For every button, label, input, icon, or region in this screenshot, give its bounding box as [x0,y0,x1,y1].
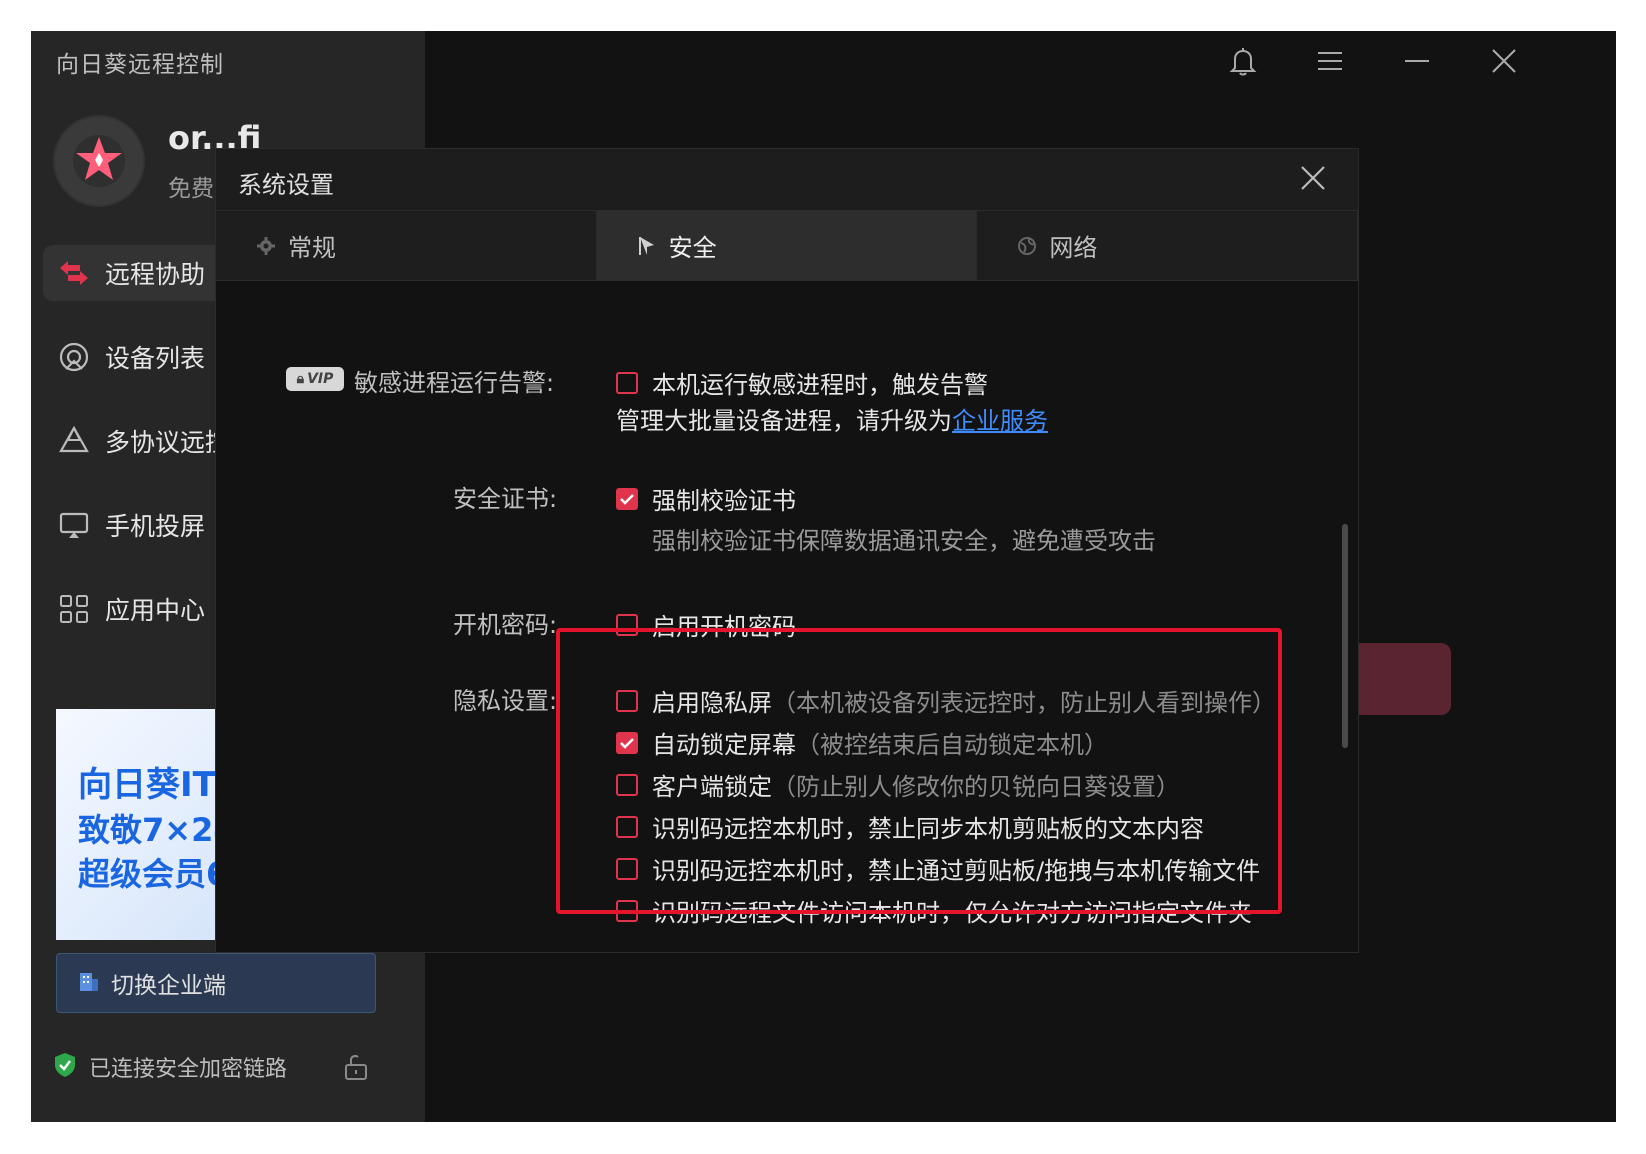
dialog-header: 系统设置 [216,149,1358,211]
privacy-option-text: 自动锁定屏幕 [652,731,796,759]
folder-access-checkbox[interactable] [616,899,638,922]
certificate-option[interactable]: 强制校验证书 [616,481,796,516]
screen-cast-icon [57,508,91,542]
privacy-screen-checkbox[interactable] [616,689,638,712]
privacy-option-text: 识别码远控本机时，禁止同步本机剪贴板的文本内容 [652,815,1204,843]
nav-label: 手机投屏 [105,512,206,541]
nav-label: 远程协助 [105,260,206,289]
privacy-option-client-lock[interactable]: 客户端锁定 （防止别人修改你的贝锐向日葵设置） [616,767,1180,802]
globe-icon [1017,236,1037,256]
app-title: 向日葵远程控制 [56,52,224,78]
security-status: 已连接安全加密链路 [53,1051,373,1083]
boot-password-label: 开机密码: [453,611,558,639]
dialog-scrollbar[interactable] [1342,524,1348,748]
tab-label: 常规 [288,234,336,262]
building-icon [77,969,101,997]
device-list-icon [57,340,91,374]
tab-network[interactable]: 网络 [977,211,1358,280]
background-action-button [1351,643,1451,715]
nav-label: 应用中心 [105,596,206,625]
remote-assist-icon [57,256,91,290]
privacy-option-auto-lock[interactable]: 自动锁定屏幕 （被控结束后自动锁定本机） [616,725,1108,760]
security-status-label: 已连接安全加密链路 [89,1057,288,1082]
privacy-label: 隐私设置: [453,687,558,715]
boot-password-option[interactable]: 启用开机密码 [616,607,796,642]
tab-general[interactable]: 常规 [216,211,597,280]
app-window: 向日葵远程控制 or...fi 免费会员 远程协助 设备列表 多协议远控 手机投… [31,31,1616,1122]
sensitive-process-label: 敏感进程运行告警: [354,369,555,397]
checkmark-icon [620,493,634,505]
privacy-option-hint: （被控结束后自动锁定本机） [796,731,1108,759]
enterprise-service-link[interactable]: 企业服务 [952,407,1048,435]
minimize-icon[interactable] [1397,41,1437,81]
multi-protocol-icon [57,424,91,458]
privacy-option-clipboard-text[interactable]: 识别码远控本机时，禁止同步本机剪贴板的文本内容 [616,809,1204,844]
privacy-option-privacy-screen[interactable]: 启用隐私屏 （本机被设备列表远控时，防止别人看到操作） [616,683,1276,718]
shield-flag-icon [637,235,657,257]
dialog-title: 系统设置 [238,171,334,199]
sensitive-process-note: 管理大批量设备进程，请升级为企业服务 [616,401,1048,436]
vip-badge: 🔒︎ VIP [286,367,344,391]
menu-icon[interactable] [1310,41,1350,81]
sensitive-note-text: 管理大批量设备进程，请升级为 [616,407,952,435]
banner-line-2: 致敬7×24 [78,811,236,849]
nav-label: 多协议远控 [105,428,231,457]
boot-password-text: 启用开机密码 [652,613,796,641]
banner-line-3: 超级会员6 [78,855,229,893]
client-lock-checkbox[interactable] [616,773,638,796]
certificate-note: 强制校验证书保障数据通讯安全，避免遭受攻击 [652,527,1156,555]
avatar[interactable] [55,117,143,205]
privacy-option-text: 客户端锁定 [652,773,772,801]
sensitive-process-checkbox[interactable] [616,371,638,394]
system-settings-dialog: 系统设置 常规 安全 网络 🔒︎ VIP 敏感进程运行告警: 本机运行敏感进程时… [215,148,1359,953]
shield-check-icon [53,1052,77,1082]
switch-enterprise-button[interactable]: 切换企业端 [56,953,376,1013]
privacy-option-hint: （本机被设备列表远控时，防止别人看到操作） [772,689,1276,717]
notification-bell-icon[interactable] [1223,41,1263,81]
unlock-icon[interactable] [343,1053,369,1085]
privacy-option-folder-access[interactable]: 识别码远程文件访问本机时，仅允许对方访问指定文件夹 [616,893,1252,928]
app-center-icon [57,592,91,626]
tab-label: 安全 [668,234,717,262]
privacy-option-text: 识别码远程文件访问本机时，仅允许对方访问指定文件夹 [652,899,1252,927]
star-avatar-icon [73,135,125,187]
tab-security[interactable]: 安全 [596,211,978,280]
dialog-close-icon[interactable] [1300,165,1330,195]
auto-lock-checkbox[interactable] [616,731,638,754]
privacy-option-hint: （防止别人修改你的贝锐向日葵设置） [772,773,1180,801]
certificate-checkbox[interactable] [616,487,638,510]
sensitive-process-option[interactable]: 本机运行敏感进程时，触发告警 [616,365,988,400]
clipboard-file-checkbox[interactable] [616,857,638,880]
privacy-option-text: 识别码远控本机时，禁止通过剪贴板/拖拽与本机传输文件 [652,857,1261,885]
clipboard-text-checkbox[interactable] [616,815,638,838]
lock-small-icon: 🔒︎ [296,371,305,387]
privacy-option-clipboard-file[interactable]: 识别码远控本机时，禁止通过剪贴板/拖拽与本机传输文件 [616,851,1260,886]
boot-password-checkbox[interactable] [616,613,638,636]
privacy-option-text: 启用隐私屏 [652,689,772,717]
banner-line-1: 向日葵IT [78,765,216,805]
tab-label: 网络 [1049,234,1098,262]
certificate-text: 强制校验证书 [652,487,796,515]
close-window-icon[interactable] [1484,41,1524,81]
sensitive-process-text: 本机运行敏感进程时，触发告警 [652,371,988,399]
certificate-label: 安全证书: [453,485,558,513]
settings-tabs: 常规 安全 网络 [216,211,1358,281]
switch-enterprise-label: 切换企业端 [111,973,226,999]
checkmark-icon [620,737,634,749]
gear-icon [256,236,276,256]
nav-label: 设备列表 [105,344,206,373]
